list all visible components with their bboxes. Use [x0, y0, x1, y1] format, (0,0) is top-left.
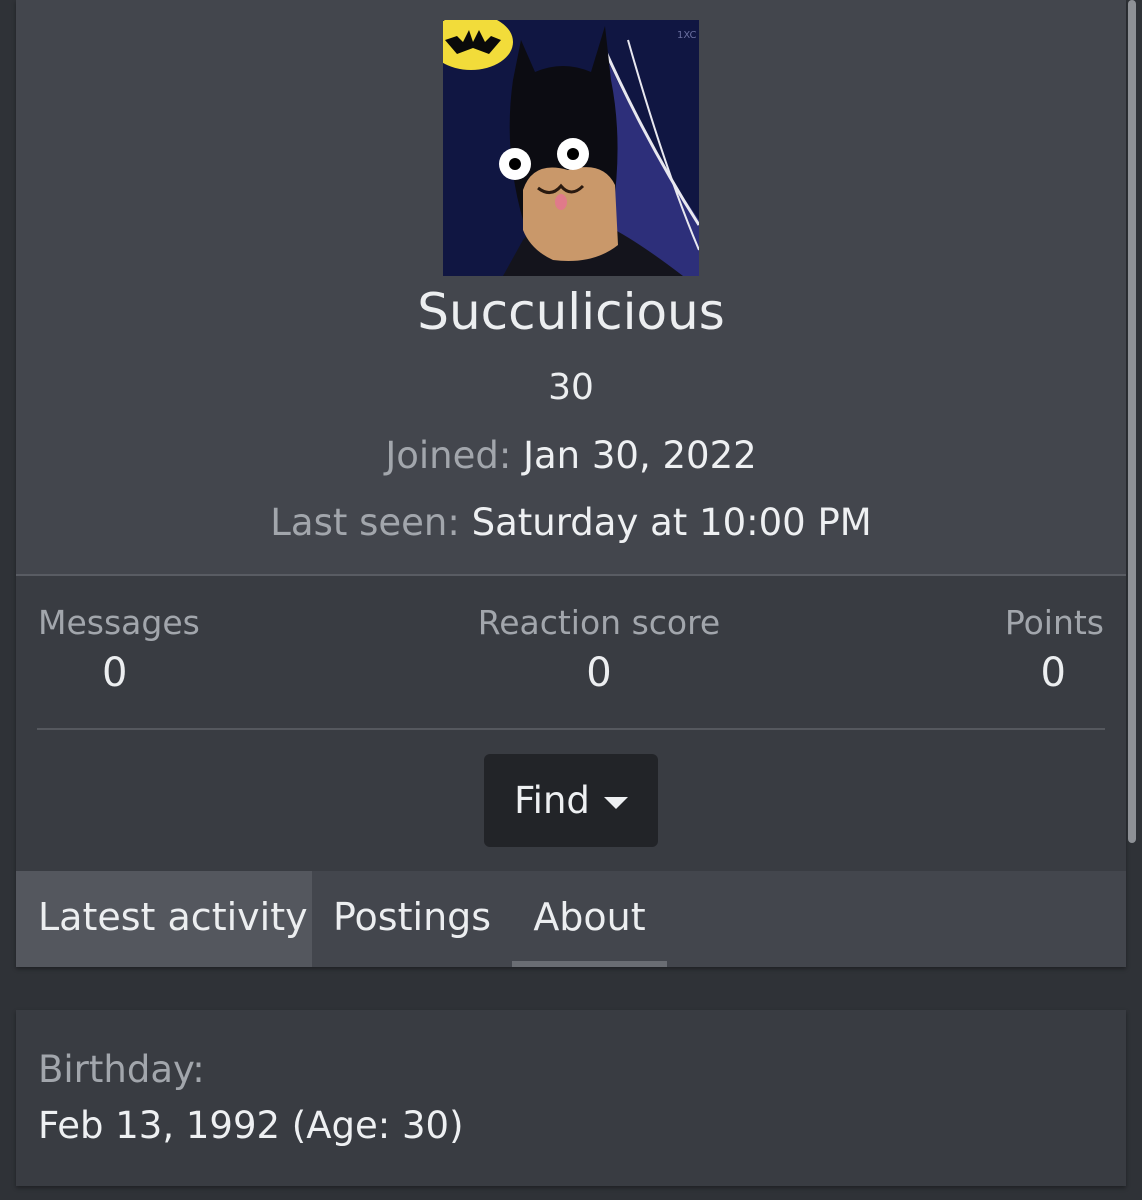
messages-label: Messages	[38, 603, 200, 642]
joined-label: Joined:	[385, 434, 512, 477]
profile-tabs: Latest activity Postings About	[16, 871, 1126, 967]
scrollbar[interactable]	[1128, 0, 1136, 843]
caret-down-icon	[603, 796, 628, 809]
batman-avatar-icon[interactable]: 1XC	[443, 20, 699, 276]
avatar-image: 1XC	[443, 20, 699, 276]
username[interactable]: Succulicious	[16, 283, 1126, 341]
about-card: Birthday: Feb 13, 1992 (Age: 30)	[16, 1010, 1126, 1186]
tab-postings[interactable]: Postings	[333, 871, 491, 967]
profile-header: 1XC Succulicious 30 Joined: Jan 30, 2022…	[16, 0, 1126, 576]
find-button-label: Find	[514, 779, 590, 822]
points-value[interactable]: 0	[1005, 650, 1104, 696]
last-seen-label: Last seen:	[270, 501, 460, 544]
stat-messages[interactable]: Messages 0	[38, 603, 200, 696]
last-seen-value: Saturday at 10:00 PM	[471, 501, 872, 544]
stat-points[interactable]: Points 0	[1005, 603, 1104, 696]
svg-text:1XC: 1XC	[677, 30, 696, 41]
reaction-score-label: Reaction score	[477, 603, 721, 642]
find-button[interactable]: Find	[484, 754, 658, 847]
tab-latest-activity[interactable]: Latest activity	[16, 871, 312, 967]
joined-row: Joined: Jan 30, 2022	[16, 434, 1126, 477]
reaction-score-value[interactable]: 0	[399, 650, 799, 696]
stats-divider	[37, 728, 1105, 730]
tab-about[interactable]: About	[512, 871, 667, 967]
profile-card: 1XC Succulicious 30 Joined: Jan 30, 2022…	[16, 0, 1126, 967]
stat-reaction-score[interactable]: Reaction score 0	[399, 603, 799, 696]
birthday-label: Birthday:	[38, 1048, 205, 1091]
joined-value: Jan 30, 2022	[523, 434, 757, 477]
birthday-value: Feb 13, 1992 (Age: 30)	[38, 1104, 464, 1147]
points-label: Points	[1004, 603, 1104, 642]
last-seen-row: Last seen: Saturday at 10:00 PM	[16, 501, 1126, 544]
user-title: 30	[548, 367, 594, 408]
messages-value[interactable]: 0	[38, 650, 200, 696]
